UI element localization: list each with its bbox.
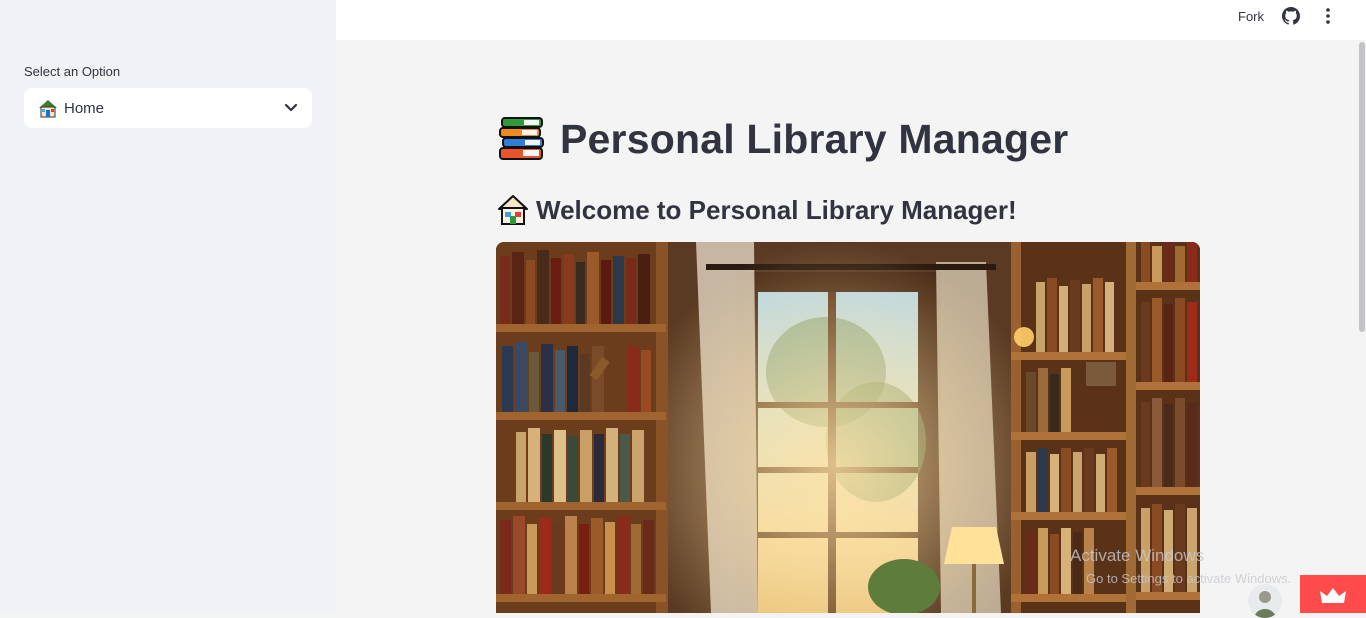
- sidebar: Select an Option Home: [0, 0, 336, 613]
- books-icon: [499, 117, 544, 160]
- welcome-row: Welcome to Personal Library Manager!: [498, 192, 1017, 228]
- option-select[interactable]: Home: [24, 88, 312, 128]
- select-value: Home: [64, 99, 105, 117]
- vertical-scrollbar[interactable]: [1358, 40, 1366, 613]
- top-header: Fork: [336, 0, 1366, 40]
- house-icon: [39, 100, 57, 118]
- welcome-heading: Welcome to Personal Library Manager!: [536, 194, 1017, 225]
- select-label: Select an Option: [24, 64, 121, 79]
- page-title: Personal Library Manager: [560, 115, 1069, 162]
- crown-icon: [1320, 588, 1346, 603]
- github-icon[interactable]: [1282, 7, 1300, 25]
- activation-watermark-title: Activate Windows: [1070, 546, 1205, 565]
- streamlit-badge[interactable]: [1300, 575, 1366, 613]
- title-row: Personal Library Manager: [498, 114, 1068, 164]
- chevron-down-icon: [284, 103, 298, 112]
- scrollbar-thumb[interactable]: [1359, 42, 1365, 332]
- house-icon: [498, 195, 528, 225]
- fork-button[interactable]: Fork: [1238, 9, 1264, 24]
- more-vertical-icon[interactable]: [1320, 7, 1336, 25]
